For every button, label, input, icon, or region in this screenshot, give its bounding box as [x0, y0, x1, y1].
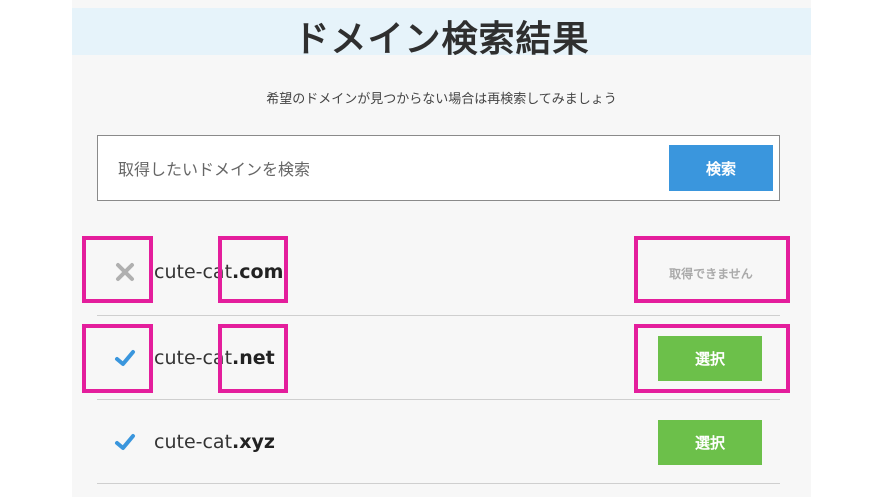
domain-label: cute-cat: [154, 347, 233, 369]
domain-tld: .com: [232, 261, 284, 283]
result-row-net: cute-cat.net 選択: [97, 316, 780, 400]
check-icon: [111, 428, 139, 456]
page-title: ドメイン検索結果: [293, 19, 590, 60]
result-row-com: cute-cat.com 取得できません: [97, 232, 780, 316]
select-button[interactable]: 選択: [658, 420, 762, 465]
domain-name: cute-cat.xyz: [154, 431, 275, 453]
domain-tld: .xyz: [232, 431, 275, 453]
page-subtitle: 希望のドメインが見つからない場合は再検索してみましょう: [266, 92, 617, 107]
domain-label: cute-cat: [154, 261, 233, 283]
check-icon: [111, 344, 139, 372]
result-row-xyz: cute-cat.xyz 選択: [97, 400, 780, 484]
domain-name: cute-cat.net: [154, 347, 275, 369]
domain-label: cute-cat: [154, 431, 233, 453]
search-box: 検索: [97, 135, 780, 201]
x-icon: [111, 258, 139, 286]
select-button[interactable]: 選択: [658, 336, 762, 381]
unavailable-label: 取得できません: [669, 267, 753, 281]
domain-tld: .net: [232, 347, 275, 369]
domain-name: cute-cat.com: [154, 261, 283, 283]
search-button[interactable]: 検索: [669, 145, 773, 191]
search-input[interactable]: [116, 154, 640, 184]
